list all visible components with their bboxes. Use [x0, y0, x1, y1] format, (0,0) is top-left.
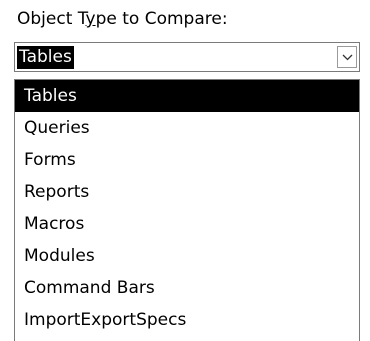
combobox-selected-value[interactable]: Tables — [17, 46, 74, 69]
chevron-down-icon — [342, 54, 352, 60]
dropdown-button[interactable] — [337, 46, 357, 68]
label-access-key: y — [85, 9, 96, 29]
option-queries[interactable]: Queries — [15, 112, 359, 144]
option-command-bars[interactable]: Command Bars — [15, 272, 359, 304]
label-text-end: pe to Compare: — [95, 9, 228, 29]
object-type-combobox[interactable]: Tables — [14, 42, 360, 72]
option-forms[interactable]: Forms — [15, 144, 359, 176]
label-text-start: Object T — [17, 9, 86, 29]
option-modules[interactable]: Modules — [15, 240, 359, 272]
object-type-dropdown-list[interactable]: Tables Queries Forms Reports Macros Modu… — [14, 79, 360, 341]
option-import-export-specs[interactable]: ImportExportSpecs — [15, 304, 359, 336]
option-reports[interactable]: Reports — [15, 176, 359, 208]
option-macros[interactable]: Macros — [15, 208, 359, 240]
object-type-label: Object Type to Compare: — [17, 7, 228, 31]
option-tables[interactable]: Tables — [15, 80, 359, 112]
